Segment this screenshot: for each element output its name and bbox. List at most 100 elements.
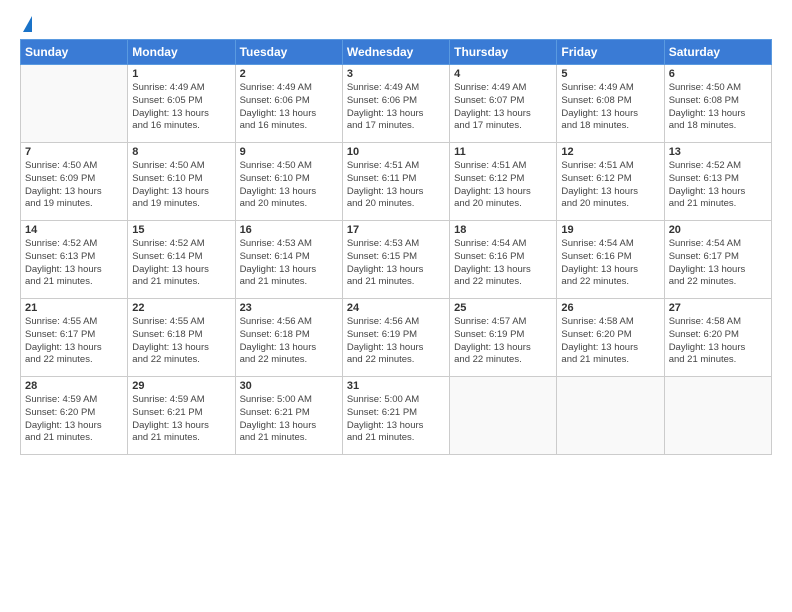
calendar-header-friday: Friday (557, 40, 664, 65)
calendar-cell (21, 65, 128, 143)
day-info: Sunrise: 4:50 AMSunset: 6:08 PMDaylight:… (669, 82, 767, 133)
day-number: 13 (669, 146, 767, 158)
calendar-cell: 13Sunrise: 4:52 AMSunset: 6:13 PMDayligh… (664, 143, 771, 221)
calendar-cell: 26 Sunrise: 4:58 AMSunset: 6:20 PMDayligh… (557, 299, 664, 377)
day-number: 16 (240, 224, 338, 236)
day-info: Sunrise: 4:52 AMSunset: 6:14 PMDaylight:… (132, 238, 230, 289)
day-info: Sunrise: 4:51 AMSunset: 6:12 PMDaylight:… (561, 160, 659, 211)
calendar-cell: 15Sunrise: 4:52 AMSunset: 6:14 PMDayligh… (128, 221, 235, 299)
day-info: Sunrise: 4:59 AMSunset: 6:21 PMDaylight:… (132, 394, 230, 445)
day-info: Sunrise: 4:50 AMSunset: 6:09 PMDaylight:… (25, 160, 123, 211)
day-info: Sunrise: 4:51 AMSunset: 6:12 PMDaylight:… (454, 160, 552, 211)
logo-triangle-icon (23, 16, 32, 32)
day-number: 19 (561, 224, 659, 236)
calendar-week-2: 14 Sunrise: 4:52 AMSunset: 6:13 PMDayligh… (21, 221, 772, 299)
day-number: 9 (240, 146, 338, 158)
calendar-cell: 5 Sunrise: 4:49 AMSunset: 6:08 PMDaylight… (557, 65, 664, 143)
day-info: Sunrise: 4:58 AMSunset: 6:20 PMDaylight:… (561, 316, 659, 367)
day-info: Sunrise: 5:00 AMSunset: 6:21 PMDaylight:… (240, 394, 338, 445)
day-number: 11 (454, 146, 552, 158)
calendar-header-tuesday: Tuesday (235, 40, 342, 65)
calendar-cell: 11 Sunrise: 4:51 AMSunset: 6:12 PMDayligh… (450, 143, 557, 221)
day-number: 26 (561, 302, 659, 314)
calendar-cell: 21 Sunrise: 4:55 AMSunset: 6:17 PMDayligh… (21, 299, 128, 377)
day-info: Sunrise: 4:53 AMSunset: 6:14 PMDaylight:… (240, 238, 338, 289)
day-info: Sunrise: 4:54 AMSunset: 6:16 PMDaylight:… (454, 238, 552, 289)
day-number: 24 (347, 302, 445, 314)
header (20, 18, 772, 31)
calendar-cell: 22Sunrise: 4:55 AMSunset: 6:18 PMDayligh… (128, 299, 235, 377)
calendar-header-saturday: Saturday (664, 40, 771, 65)
calendar-cell: 25Sunrise: 4:57 AMSunset: 6:19 PMDayligh… (450, 299, 557, 377)
day-number: 4 (454, 68, 552, 80)
calendar-cell (450, 377, 557, 455)
calendar-cell: 8Sunrise: 4:50 AMSunset: 6:10 PMDaylight… (128, 143, 235, 221)
calendar-cell: 14 Sunrise: 4:52 AMSunset: 6:13 PMDayligh… (21, 221, 128, 299)
day-info: Sunrise: 4:54 AMSunset: 6:16 PMDaylight:… (561, 238, 659, 289)
calendar-cell: 1Sunrise: 4:49 AMSunset: 6:05 PMDaylight… (128, 65, 235, 143)
day-number: 17 (347, 224, 445, 236)
calendar-cell: 20 Sunrise: 4:54 AMSunset: 6:17 PMDayligh… (664, 221, 771, 299)
day-number: 10 (347, 146, 445, 158)
calendar-cell: 23 Sunrise: 4:56 AMSunset: 6:18 PMDayligh… (235, 299, 342, 377)
day-info: Sunrise: 4:49 AMSunset: 6:06 PMDaylight:… (347, 82, 445, 133)
day-number: 30 (240, 380, 338, 392)
day-number: 27 (669, 302, 767, 314)
day-info: Sunrise: 4:57 AMSunset: 6:19 PMDaylight:… (454, 316, 552, 367)
day-info: Sunrise: 4:52 AMSunset: 6:13 PMDaylight:… (25, 238, 123, 289)
day-info: Sunrise: 4:49 AMSunset: 6:06 PMDaylight:… (240, 82, 338, 133)
calendar-cell: 18Sunrise: 4:54 AMSunset: 6:16 PMDayligh… (450, 221, 557, 299)
calendar-cell: 16 Sunrise: 4:53 AMSunset: 6:14 PMDayligh… (235, 221, 342, 299)
calendar-cell: 4 Sunrise: 4:49 AMSunset: 6:07 PMDaylight… (450, 65, 557, 143)
calendar-week-1: 7 Sunrise: 4:50 AMSunset: 6:09 PMDaylight… (21, 143, 772, 221)
day-number: 28 (25, 380, 123, 392)
day-number: 12 (561, 146, 659, 158)
calendar-table: SundayMondayTuesdayWednesdayThursdayFrid… (20, 39, 772, 455)
calendar-cell: 31Sunrise: 5:00 AMSunset: 6:21 PMDayligh… (342, 377, 449, 455)
day-info: Sunrise: 4:54 AMSunset: 6:17 PMDaylight:… (669, 238, 767, 289)
day-info: Sunrise: 4:56 AMSunset: 6:18 PMDaylight:… (240, 316, 338, 367)
calendar-header-wednesday: Wednesday (342, 40, 449, 65)
calendar-week-0: 1Sunrise: 4:49 AMSunset: 6:05 PMDaylight… (21, 65, 772, 143)
calendar-cell: 9 Sunrise: 4:50 AMSunset: 6:10 PMDaylight… (235, 143, 342, 221)
calendar-cell: 28 Sunrise: 4:59 AMSunset: 6:20 PMDayligh… (21, 377, 128, 455)
day-info: Sunrise: 4:55 AMSunset: 6:17 PMDaylight:… (25, 316, 123, 367)
calendar-cell: 10 Sunrise: 4:51 AMSunset: 6:11 PMDayligh… (342, 143, 449, 221)
day-number: 14 (25, 224, 123, 236)
calendar-cell: 6 Sunrise: 4:50 AMSunset: 6:08 PMDaylight… (664, 65, 771, 143)
calendar-cell: 29 Sunrise: 4:59 AMSunset: 6:21 PMDayligh… (128, 377, 235, 455)
logo (20, 18, 32, 31)
day-info: Sunrise: 4:49 AMSunset: 6:07 PMDaylight:… (454, 82, 552, 133)
calendar-cell (664, 377, 771, 455)
day-number: 2 (240, 68, 338, 80)
calendar-header-sunday: Sunday (21, 40, 128, 65)
calendar-cell: 12 Sunrise: 4:51 AMSunset: 6:12 PMDayligh… (557, 143, 664, 221)
calendar-cell (557, 377, 664, 455)
day-info: Sunrise: 4:49 AMSunset: 6:05 PMDaylight:… (132, 82, 230, 133)
calendar-week-4: 28 Sunrise: 4:59 AMSunset: 6:20 PMDayligh… (21, 377, 772, 455)
day-number: 22 (132, 302, 230, 314)
day-number: 7 (25, 146, 123, 158)
day-info: Sunrise: 4:51 AMSunset: 6:11 PMDaylight:… (347, 160, 445, 211)
day-number: 29 (132, 380, 230, 392)
day-info: Sunrise: 4:49 AMSunset: 6:08 PMDaylight:… (561, 82, 659, 133)
calendar-cell: 27 Sunrise: 4:58 AMSunset: 6:20 PMDayligh… (664, 299, 771, 377)
day-info: Sunrise: 4:59 AMSunset: 6:20 PMDaylight:… (25, 394, 123, 445)
calendar-cell: 2 Sunrise: 4:49 AMSunset: 6:06 PMDaylight… (235, 65, 342, 143)
day-info: Sunrise: 4:58 AMSunset: 6:20 PMDaylight:… (669, 316, 767, 367)
calendar-week-3: 21 Sunrise: 4:55 AMSunset: 6:17 PMDayligh… (21, 299, 772, 377)
day-number: 20 (669, 224, 767, 236)
day-number: 5 (561, 68, 659, 80)
day-info: Sunrise: 4:50 AMSunset: 6:10 PMDaylight:… (240, 160, 338, 211)
calendar-cell: 3Sunrise: 4:49 AMSunset: 6:06 PMDaylight… (342, 65, 449, 143)
day-info: Sunrise: 4:50 AMSunset: 6:10 PMDaylight:… (132, 160, 230, 211)
day-number: 23 (240, 302, 338, 314)
page: SundayMondayTuesdayWednesdayThursdayFrid… (0, 0, 792, 612)
calendar-cell: 24 Sunrise: 4:56 AMSunset: 6:19 PMDayligh… (342, 299, 449, 377)
day-number: 21 (25, 302, 123, 314)
calendar-header-row: SundayMondayTuesdayWednesdayThursdayFrid… (21, 40, 772, 65)
day-info: Sunrise: 4:56 AMSunset: 6:19 PMDaylight:… (347, 316, 445, 367)
day-number: 6 (669, 68, 767, 80)
calendar-cell: 19 Sunrise: 4:54 AMSunset: 6:16 PMDayligh… (557, 221, 664, 299)
day-number: 31 (347, 380, 445, 392)
